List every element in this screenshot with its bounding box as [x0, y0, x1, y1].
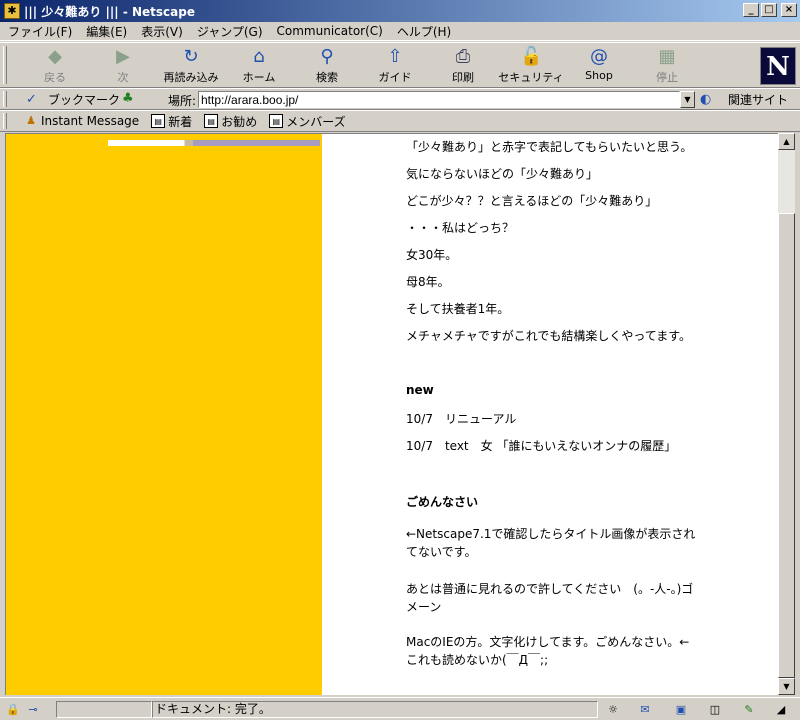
reload-icon: ↻ — [183, 46, 199, 67]
page-proxy-icon[interactable]: ♣ — [122, 91, 138, 107]
related-sites-icon: ◐ — [700, 91, 712, 107]
text-line: どこが少々？？と言えるほどの「少々難あり」 — [406, 194, 658, 208]
update-item-link[interactable]: 10/7 text 女 「誰にもいえないオンナの履歴」 — [406, 437, 676, 454]
discussion-icon[interactable]: ▣ — [672, 702, 690, 717]
stop-button[interactable]: ▦ 停止 — [634, 46, 700, 86]
composer-icon[interactable]: ◫ — [706, 702, 724, 717]
maximize-button[interactable]: □ — [761, 3, 777, 17]
vertical-scrollbar[interactable]: ▲ ▼ — [778, 133, 795, 695]
back-icon: ◆ — [48, 46, 62, 67]
text-line: メチャメチャですがこれでも結構楽しくやってます。 — [406, 329, 692, 343]
sorry-paragraph: ←Netscape7.1で確認したらタイトル画像が表示されてないです。 — [406, 527, 696, 559]
yellow-sidebar — [6, 134, 322, 695]
reload-button[interactable]: ↻ 再読み込み — [158, 46, 224, 86]
location-label: 場所: — [168, 94, 197, 108]
menu-help[interactable]: ヘルプ(H) — [397, 23, 451, 40]
sorry-paragraph: あとは普通に見れるので許してください (。-人-。)ゴメーン — [406, 582, 694, 614]
home-icon: ⌂ — [253, 46, 265, 67]
status-text: ドキュメント: 完了。 — [152, 701, 598, 718]
menu-go[interactable]: ジャンプ(G) — [197, 23, 263, 40]
scroll-down-button[interactable]: ▼ — [778, 678, 795, 695]
menu-bar: ファイル(F) 編集(E) 表示(V) ジャンプ(G) Communicator… — [0, 22, 800, 41]
text-line: そして扶養者1年。 — [406, 302, 510, 316]
location-bar: ✓ ブックマーク ♣ 場所: ▼ ◐ 関連サイト — [0, 88, 800, 110]
netscape-app-icon[interactable]: ✱ — [4, 3, 20, 19]
menu-view[interactable]: 表示(V) — [141, 23, 183, 40]
edit-page-icon[interactable]: ✎ — [740, 702, 758, 717]
resize-grip-icon[interactable]: ◢ — [772, 702, 790, 717]
page-content: 「少々難あり」と赤字で表記してもらいたいと思う。 気にならないほどの「少々難あり… — [5, 133, 778, 695]
text-line: 気にならないほどの「少々難あり」 — [406, 167, 599, 181]
menu-communicator[interactable]: Communicator(C) — [277, 24, 383, 38]
window-title: ||| 少々難あり ||| - Netscape — [24, 4, 195, 19]
toolbar-grip[interactable] — [3, 46, 7, 84]
title-image-strip — [108, 140, 320, 146]
title-bar: ✱ ||| 少々難あり ||| - Netscape _ □ × — [0, 0, 800, 22]
search-icon: ⚲ — [320, 46, 334, 67]
whats-new-link[interactable]: ▤ 新着 — [151, 113, 192, 130]
progress-cell — [56, 701, 152, 718]
sorry-paragraph: MacのIEの方。文字化けしてます。ごめんなさい。←これも読めないか(￣Д￣;; — [406, 635, 690, 667]
location-grip[interactable] — [3, 91, 7, 107]
page-icon: ▤ — [204, 114, 219, 128]
navigation-toolbar: ◆ 戻る ▶ 次 ↻ 再読み込み ⌂ ホーム ⚲ 検索 ⇧ ガイド ⎙ 印刷 🔓… — [0, 42, 800, 88]
print-button[interactable]: ⎙ 印刷 — [430, 46, 496, 86]
forward-button[interactable]: ▶ 次 — [90, 46, 156, 86]
text-line: 母8年。 — [406, 275, 450, 289]
back-button[interactable]: ◆ 戻る — [22, 46, 88, 86]
recommended-link[interactable]: ▤ お勧め — [204, 113, 257, 130]
url-input[interactable] — [198, 91, 680, 108]
close-button[interactable]: × — [781, 3, 797, 17]
security-icon: 🔓 — [520, 46, 543, 67]
url-dropdown-button[interactable]: ▼ — [680, 91, 695, 108]
guide-button[interactable]: ⇧ ガイド — [362, 46, 428, 86]
forward-icon: ▶ — [116, 46, 130, 67]
window-controls: _ □ × — [743, 3, 797, 17]
navigator-icon[interactable]: ☼ — [604, 702, 622, 717]
security-button[interactable]: 🔓 セキュリティ — [498, 46, 564, 86]
guide-icon: ⇧ — [387, 46, 403, 67]
page-icon: ▤ — [269, 114, 284, 128]
menu-edit[interactable]: 編集(E) — [86, 23, 127, 40]
personal-toolbar-grip[interactable] — [3, 113, 7, 129]
lock-icon[interactable]: 🔒 — [4, 702, 22, 717]
scroll-thumb[interactable] — [778, 213, 795, 678]
minimize-button[interactable]: _ — [743, 3, 759, 17]
netscape-logo[interactable]: N — [760, 47, 796, 85]
stop-icon: ▦ — [658, 46, 676, 67]
shop-button[interactable]: @ Shop — [566, 46, 632, 86]
bookmarks-icon: ✓ — [26, 91, 37, 107]
home-button[interactable]: ⌂ ホーム — [226, 46, 292, 86]
text-line: 「少々難あり」と赤字で表記してもらいたいと思う。 — [406, 140, 693, 154]
print-icon: ⎙ — [455, 46, 471, 67]
search-button[interactable]: ⚲ 検索 — [294, 46, 360, 86]
update-item: 10/7 リニューアル — [406, 412, 517, 426]
shop-icon: @ — [590, 46, 608, 67]
related-sites-button[interactable]: ◐ 関連サイト — [700, 91, 788, 108]
personal-toolbar: ♟ Instant Message ▤ 新着 ▤ お勧め ▤ メンバーズ — [0, 110, 800, 132]
person-icon: ♟ — [26, 114, 36, 127]
mail-icon[interactable]: ✉ — [636, 702, 654, 717]
sorry-heading: ごめんなさい — [406, 495, 479, 509]
scroll-up-button[interactable]: ▲ — [778, 133, 795, 150]
new-heading: new — [406, 383, 434, 397]
bookmarks-button[interactable]: ✓ ブックマーク — [26, 91, 120, 108]
members-link[interactable]: ▤ メンバーズ — [269, 113, 346, 130]
connection-icon: ⊸ — [28, 703, 38, 716]
text-line: ・・・私はどっち？ — [406, 221, 515, 235]
text-line: 女30年。 — [406, 248, 458, 262]
page-icon: ▤ — [151, 114, 166, 128]
menu-file[interactable]: ファイル(F) — [8, 23, 72, 40]
status-bar: 🔒 ⊸ ドキュメント: 完了。 ☼ ✉ ▣ ◫ ✎ ◢ — [0, 697, 800, 720]
instant-message-link[interactable]: ♟ Instant Message — [24, 114, 139, 128]
